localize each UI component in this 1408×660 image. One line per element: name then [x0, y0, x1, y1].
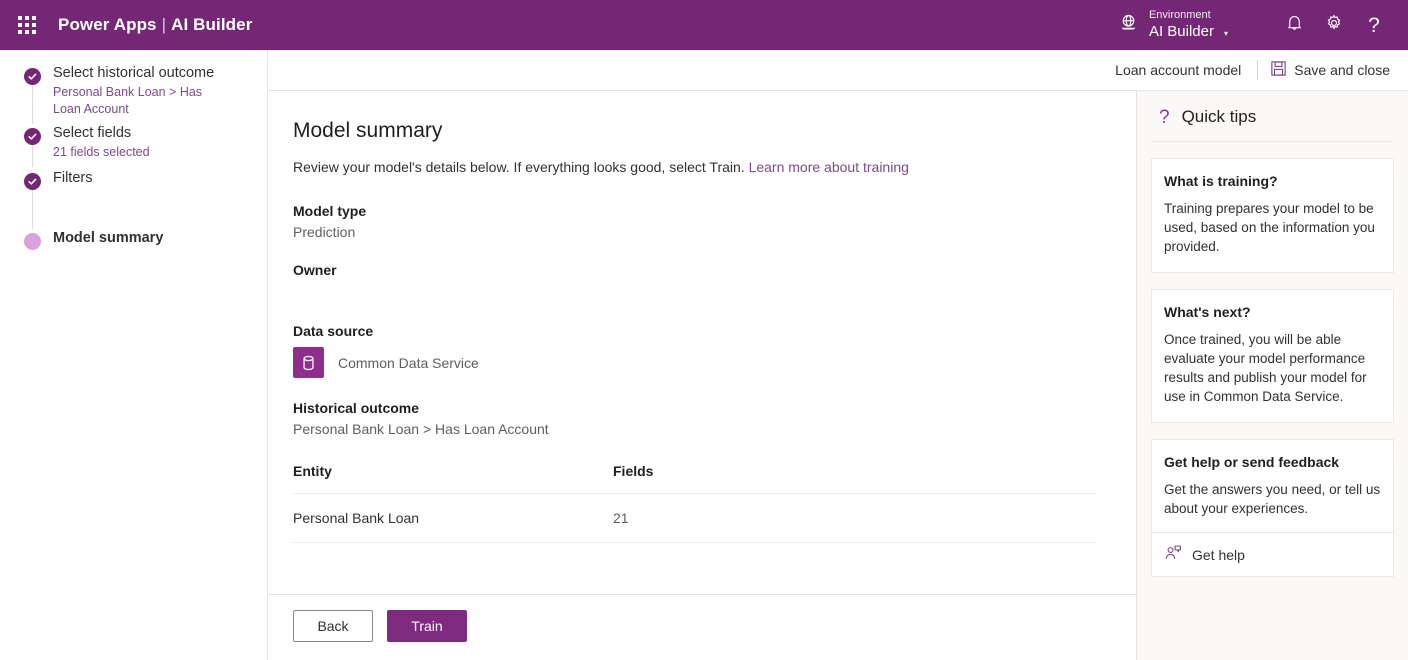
- entity-fields-table: Entity Fields Personal Bank Loan 21: [293, 463, 1096, 543]
- train-button[interactable]: Train: [387, 610, 467, 642]
- command-bar-divider: [1257, 60, 1258, 80]
- page-description-text: Review your model's details below. If ev…: [293, 159, 749, 175]
- brand-app-name: AI Builder: [171, 15, 252, 34]
- bell-icon: [1285, 13, 1304, 37]
- save-and-close-label: Save and close: [1294, 62, 1390, 78]
- body-wrapper: Select historical outcome Personal Bank …: [0, 50, 1408, 660]
- cell-entity: Personal Bank Loan: [293, 494, 613, 543]
- database-icon: [293, 347, 324, 378]
- tip-card-what-is-training: What is training? Training prepares your…: [1151, 158, 1394, 273]
- sidebar-item-filters[interactable]: Filters: [24, 169, 267, 229]
- step-subtitle[interactable]: 21 fields selected: [53, 144, 233, 161]
- center-column: Loan account model Save and close: [268, 50, 1408, 660]
- chevron-down-icon: ▾: [1224, 29, 1228, 38]
- person-feedback-icon: [1164, 544, 1182, 565]
- step-complete-icon: [24, 173, 41, 190]
- gear-icon: [1324, 13, 1344, 38]
- environment-selector[interactable]: Environment AI Builder ▾: [1112, 6, 1234, 43]
- table-body: Personal Bank Loan 21: [293, 494, 1096, 543]
- field-value: [293, 283, 1096, 301]
- step-subtitle[interactable]: Personal Bank Loan > Has Loan Account: [53, 84, 233, 118]
- question-icon: ?: [1159, 108, 1170, 127]
- field-label: Owner: [293, 262, 1096, 278]
- step-current-icon: [24, 233, 41, 250]
- field-label: Data source: [293, 323, 1096, 339]
- field-value: Personal Bank Loan > Has Loan Account: [293, 421, 1096, 437]
- tip-card-body: Training prepares your model to be used,…: [1164, 199, 1381, 256]
- step-complete-icon: [24, 128, 41, 145]
- field-historical-outcome: Historical outcome Personal Bank Loan > …: [293, 400, 1096, 437]
- brand-title[interactable]: Power Apps |AI Builder: [58, 15, 252, 35]
- tip-card-title: Get help or send feedback: [1164, 454, 1381, 470]
- sidebar-item-select-historical-outcome[interactable]: Select historical outcome Personal Bank …: [24, 64, 267, 118]
- center-scroll-area: Model summary Review your model's detail…: [268, 91, 1408, 660]
- step-rail-sidebar: Select historical outcome Personal Bank …: [0, 50, 268, 660]
- model-summary-content: Model summary Review your model's detail…: [268, 91, 1136, 594]
- environment-label: Environment: [1149, 9, 1214, 22]
- page-description: Review your model's details below. If ev…: [293, 157, 1096, 177]
- sidebar-item-select-fields[interactable]: Select fields 21 fields selected: [24, 124, 267, 161]
- field-owner: Owner: [293, 262, 1096, 301]
- quick-tips-panel: ? Quick tips What is training? Training …: [1136, 91, 1408, 660]
- step-title[interactable]: Select historical outcome: [53, 64, 267, 84]
- sidebar-item-model-summary[interactable]: Model summary: [24, 229, 267, 251]
- tip-card-get-help: Get help or send feedback Get the answer…: [1151, 439, 1394, 577]
- step-connector: [32, 145, 33, 167]
- question-mark-icon: ?: [1368, 15, 1380, 36]
- save-icon: [1270, 60, 1287, 80]
- quick-tips-title: Quick tips: [1182, 107, 1257, 127]
- tip-card-whats-next: What's next? Once trained, you will be a…: [1151, 289, 1394, 423]
- tip-card-body: Get the answers you need, or tell us abo…: [1164, 480, 1381, 518]
- data-source-name: Common Data Service: [338, 355, 479, 371]
- tip-card-body: Once trained, you will be able evaluate …: [1164, 330, 1381, 406]
- environment-text: Environment AI Builder: [1149, 9, 1214, 40]
- top-brand-bar: Power Apps|AI Builder Environment AI Bui…: [0, 0, 1408, 50]
- tip-card-title: What's next?: [1164, 304, 1381, 320]
- data-source-row: Common Data Service: [293, 347, 1096, 378]
- table-row[interactable]: Personal Bank Loan 21: [293, 494, 1096, 543]
- field-value: Prediction: [293, 224, 1096, 240]
- tip-card-title: What is training?: [1164, 173, 1381, 189]
- waffle-grid: [18, 16, 36, 34]
- field-data-source: Data source Common Data Service: [293, 323, 1096, 378]
- help-button[interactable]: ?: [1354, 5, 1394, 45]
- page-title: Model summary: [293, 119, 1096, 143]
- cell-fields: 21: [613, 494, 1096, 543]
- app-launcher-waffle-icon[interactable]: [10, 8, 44, 42]
- model-name-label: Loan account model: [1101, 62, 1255, 78]
- learn-more-link[interactable]: Learn more about training: [749, 159, 909, 175]
- column-header-fields: Fields: [613, 463, 1096, 494]
- step-title[interactable]: Filters: [53, 169, 267, 189]
- table-header-row: Entity Fields: [293, 463, 1096, 494]
- field-label: Historical outcome: [293, 400, 1096, 416]
- step-list: Select historical outcome Personal Bank …: [0, 64, 267, 251]
- command-bar: Loan account model Save and close: [268, 50, 1408, 91]
- step-connector: [32, 85, 33, 124]
- step-title[interactable]: Model summary: [53, 229, 267, 249]
- wizard-footer: Back Train: [268, 594, 1136, 660]
- settings-button[interactable]: [1314, 5, 1354, 45]
- globe-icon: [1118, 12, 1139, 38]
- table-head: Entity Fields: [293, 463, 1096, 494]
- quick-tips-header: ? Quick tips: [1151, 91, 1394, 142]
- step-connector: [32, 190, 33, 229]
- step-title[interactable]: Select fields: [53, 124, 267, 144]
- field-label: Model type: [293, 203, 1096, 219]
- save-and-close-button[interactable]: Save and close: [1260, 54, 1400, 86]
- back-button[interactable]: Back: [293, 610, 373, 642]
- app-root: Power Apps|AI Builder Environment AI Bui…: [0, 0, 1408, 660]
- step-complete-icon: [24, 68, 41, 85]
- notifications-button[interactable]: [1274, 5, 1314, 45]
- environment-value: AI Builder: [1149, 23, 1214, 41]
- get-help-label: Get help: [1192, 547, 1245, 563]
- content-column: Model summary Review your model's detail…: [268, 91, 1136, 660]
- field-model-type: Model type Prediction: [293, 203, 1096, 240]
- brand-separator: |: [162, 15, 167, 34]
- get-help-button[interactable]: Get help: [1152, 532, 1393, 576]
- brand-product-name: Power Apps: [58, 15, 157, 34]
- column-header-entity: Entity: [293, 463, 613, 494]
